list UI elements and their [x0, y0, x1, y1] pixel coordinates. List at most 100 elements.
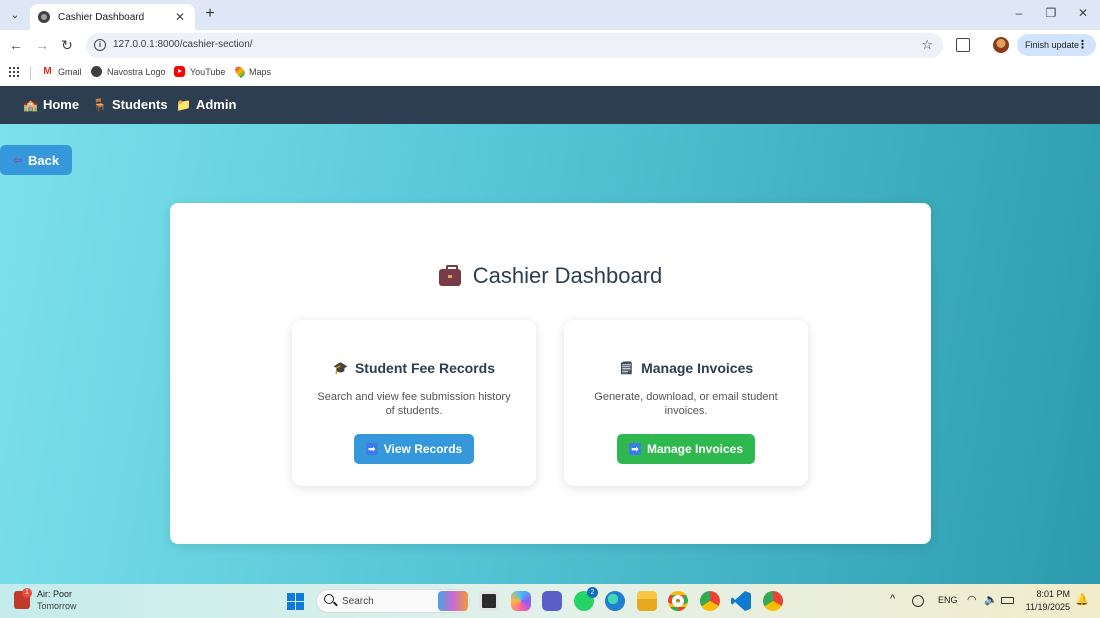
chair-icon: 🪑: [92, 97, 107, 112]
close-window-icon[interactable]: ✕: [1075, 6, 1091, 20]
clock-date: 11/19/2025: [1025, 602, 1070, 612]
whatsapp-badge: 2: [587, 587, 598, 598]
nav-item-students[interactable]: 🪑 Students: [92, 97, 168, 112]
bookmark-label: Navostra Logo: [107, 66, 166, 77]
bookmark-gmail[interactable]: M Gmail: [42, 66, 82, 77]
forward-arrow-icon[interactable]: →: [34, 37, 50, 53]
briefcase-icon: [438, 265, 461, 286]
browser-toolbar: ← → ↻ i 127.0.0.1:8000/cashier-section/ …: [0, 30, 1100, 61]
nav-item-label: Students: [111, 97, 168, 112]
button-label: View Records: [383, 442, 463, 456]
finish-update-label: Finish update: [1025, 40, 1080, 50]
bookmark-maps[interactable]: Maps: [233, 64, 272, 79]
manage-invoices-card: 🗒 Manage Invoices Generate, download, or…: [564, 320, 808, 486]
bookmark-navostra-logo[interactable]: Navostra Logo: [91, 66, 166, 77]
bookmark-youtube[interactable]: YouTube: [174, 66, 225, 77]
page-content: 🏫 Home 🪑 Students 📁 Admin ⇦ Back Cashier…: [0, 86, 1100, 584]
card-title-text: Student Fee Records: [354, 360, 495, 376]
nav-item-admin[interactable]: 📁 Admin: [176, 97, 236, 112]
terminal-icon[interactable]: [479, 591, 499, 611]
apps-grid-icon[interactable]: [9, 67, 19, 77]
nav-item-label: Home: [42, 97, 80, 112]
battery-icon[interactable]: [1001, 597, 1014, 604]
teams-icon[interactable]: [542, 591, 562, 611]
onedrive-status-icon[interactable]: [912, 595, 924, 607]
tab-title: Cashier Dashboard: [58, 11, 145, 23]
restore-icon[interactable]: ❐: [1043, 6, 1059, 20]
chrome-icon[interactable]: [668, 591, 688, 611]
bookmark-star-icon[interactable]: ☆: [921, 37, 933, 53]
edge-icon[interactable]: [605, 591, 625, 611]
reload-icon[interactable]: ↻: [59, 37, 75, 53]
books-icon[interactable]: [438, 591, 468, 611]
back-arrow-icon: ⇦: [12, 153, 23, 167]
weather-title: Air: Poor: [37, 589, 73, 599]
site-navbar: 🏫 Home 🪑 Students 📁 Admin: [0, 86, 1100, 124]
file-explorer-icon[interactable]: [637, 591, 657, 611]
windows-taskbar: 1 Air: Poor Tomorrow Search 2 ^ ENG ◠ 🔈 …: [0, 584, 1100, 618]
right-arrow-icon: ➡: [628, 443, 641, 455]
show-hidden-icons-chevron[interactable]: ^: [890, 593, 895, 605]
new-tab-button[interactable]: +: [202, 6, 218, 22]
back-button[interactable]: ⇦ Back: [0, 145, 72, 175]
address-bar[interactable]: i 127.0.0.1:8000/cashier-section/ ☆: [86, 33, 943, 58]
air-quality-icon: 1: [14, 588, 32, 609]
card-description: Search and view fee submission history o…: [317, 391, 511, 417]
notepad-icon: 🗒: [618, 361, 635, 375]
manage-invoices-button[interactable]: ➡ Manage Invoices: [617, 434, 755, 464]
language-indicator[interactable]: ENG: [938, 595, 958, 605]
tab-search-chevron-icon[interactable]: ⌄: [6, 6, 24, 24]
card-title: 🗒 Manage Invoices: [564, 360, 808, 376]
weather-subtitle: Tomorrow: [37, 601, 77, 611]
notifications-bell-icon[interactable]: 🔔: [1075, 593, 1089, 606]
nav-item-home[interactable]: 🏫 Home: [23, 97, 79, 112]
youtube-icon: [174, 66, 185, 77]
bookmark-label: Maps: [249, 66, 272, 77]
close-tab-icon[interactable]: ✕: [173, 10, 187, 24]
school-icon: 🏫: [23, 97, 38, 112]
whatsapp-icon[interactable]: 2: [574, 587, 598, 611]
gmail-icon: M: [43, 66, 52, 77]
volume-icon[interactable]: 🔈: [984, 593, 998, 606]
card-title: 🎓 Student Fee Records: [292, 360, 536, 376]
system-clock[interactable]: 8:01 PM 11/19/2025: [1024, 588, 1070, 614]
bookmark-label: YouTube: [190, 66, 226, 77]
page-title: Cashier Dashboard: [170, 263, 931, 289]
bookmark-label: Gmail: [58, 66, 82, 77]
weather-widget[interactable]: 1 Air: Poor Tomorrow: [14, 588, 77, 612]
bookmarks-bar: M Gmail Navostra Logo YouTube Maps: [0, 61, 1100, 85]
dashboard-card: Cashier Dashboard 🎓 Student Fee Records …: [170, 203, 931, 544]
maps-icon: [233, 64, 247, 79]
profile-avatar[interactable]: [993, 37, 1009, 53]
student-fee-records-card: 🎓 Student Fee Records Search and view fe…: [292, 320, 536, 486]
nav-item-label: Admin: [195, 97, 237, 112]
finish-update-button[interactable]: Finish update ⋮: [1017, 34, 1096, 56]
folder-icon: 📁: [176, 97, 191, 112]
taskbar-search-label: Search: [342, 596, 374, 607]
minimize-icon[interactable]: –: [1011, 6, 1027, 20]
site-info-icon[interactable]: i: [94, 39, 106, 51]
url-text[interactable]: 127.0.0.1:8000/cashier-section/: [113, 39, 253, 50]
browser-tab[interactable]: Cashier Dashboard ✕: [30, 4, 195, 30]
chrome-active-icon[interactable]: [763, 591, 783, 611]
bookmarks-divider: [30, 66, 31, 80]
back-arrow-icon[interactable]: ←: [8, 37, 24, 53]
globe-icon: [38, 11, 50, 23]
vscode-icon[interactable]: [731, 591, 751, 611]
page-title-text: Cashier Dashboard: [472, 263, 663, 288]
card-title-text: Manage Invoices: [641, 360, 754, 376]
weather-text: Air: Poor Tomorrow: [37, 588, 77, 612]
more-menu-icon[interactable]: ⋮: [1077, 38, 1088, 51]
chrome-profile-icon[interactable]: [700, 591, 720, 611]
browser-tab-strip: ⌄ Cashier Dashboard ✕ + – ❐ ✕: [0, 0, 1100, 30]
globe-icon: [91, 66, 102, 77]
windows-start-icon[interactable]: [287, 593, 304, 610]
notification-badge: 1: [22, 588, 32, 598]
button-label: Manage Invoices: [646, 442, 744, 456]
extensions-puzzle-icon[interactable]: [956, 38, 970, 52]
search-icon: [324, 594, 334, 604]
copilot-icon[interactable]: [511, 591, 531, 611]
view-records-button[interactable]: ➡ View Records: [354, 434, 474, 464]
wifi-icon[interactable]: ◠: [967, 593, 977, 606]
graduation-cap-icon: 🎓: [333, 361, 348, 375]
